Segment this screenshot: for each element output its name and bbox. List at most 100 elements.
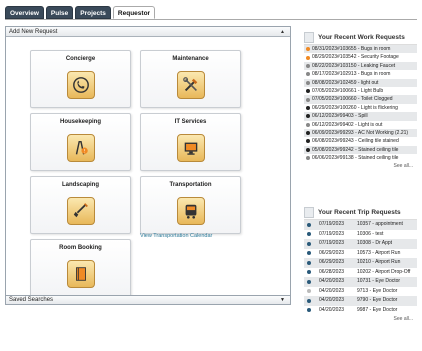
add-new-request-header[interactable]: Add New Request ▲ bbox=[6, 27, 290, 37]
trip-request-item[interactable]: 04/20/2023 9987 - Eye Doctor bbox=[304, 306, 417, 316]
tab-bar: Overview Pulse Projects Requestor bbox=[5, 6, 156, 19]
collapse-caret-icon[interactable]: ▲ bbox=[280, 27, 285, 37]
work-request-item[interactable]: 06/09/2023#99293 - AC Not Working (2.21) bbox=[304, 128, 417, 138]
work-request-text: 06/12/2023#99403 - Spill bbox=[312, 113, 368, 120]
tile-room-booking[interactable]: Room Booking bbox=[30, 239, 131, 297]
status-dot-icon bbox=[307, 298, 311, 303]
tab-overview[interactable]: Overview bbox=[5, 6, 44, 19]
tile-label: Concierge bbox=[65, 56, 96, 62]
tile-transportation[interactable]: Transportation bbox=[140, 176, 241, 234]
trip-request-item[interactable]: 06/28/2023 10202 - Airport Drop-Off bbox=[304, 268, 417, 278]
trip-date: 06/29/2023 bbox=[319, 249, 345, 256]
trip-requests-see-all-link[interactable]: See all... bbox=[304, 315, 417, 323]
expand-caret-icon[interactable]: ▼ bbox=[280, 296, 285, 305]
status-dot-icon bbox=[306, 147, 310, 152]
tile-housekeeping[interactable]: Housekeeping ! bbox=[30, 113, 131, 171]
bus-icon bbox=[176, 197, 205, 225]
work-request-item[interactable]: 07/05/2023#100661 - Light Bulb bbox=[304, 87, 417, 95]
work-request-text: 07/05/2023#100660 - Toilet Clogged bbox=[312, 96, 393, 103]
status-dot-icon bbox=[306, 156, 310, 161]
document-icon bbox=[304, 31, 314, 43]
work-request-item[interactable]: 06/12/2023#99402 - Light is out bbox=[304, 121, 417, 129]
trip-request-item[interactable]: 07/19/2023 10308 - Dr Appt bbox=[304, 239, 417, 249]
work-request-item[interactable]: 08/29/2023#103542 - Security Footage bbox=[304, 53, 417, 61]
status-dot-icon bbox=[306, 72, 310, 77]
saved-searches-header[interactable]: Saved Searches ▼ bbox=[5, 295, 291, 305]
trip-request-item[interactable]: 07/19/2023 10357 - appointment bbox=[304, 220, 417, 230]
work-request-text: 07/05/2023#100661 - Light Bulb bbox=[312, 87, 384, 94]
tile-label: Transportation bbox=[169, 182, 212, 188]
work-request-item[interactable]: 07/05/2023#100660 - Toilet Clogged bbox=[304, 95, 417, 104]
tile-label: Landscaping bbox=[61, 182, 99, 188]
trip-request-item[interactable]: 06/29/2023 10210 - Airport Run bbox=[304, 258, 417, 268]
status-dot-icon bbox=[307, 270, 311, 275]
work-request-text: 08/08/2023#102459 - light out bbox=[312, 79, 379, 86]
status-dot-icon bbox=[306, 80, 310, 85]
trip-request-item[interactable]: 06/29/2023 10573 - Airport Run bbox=[304, 249, 417, 259]
status-dot-icon bbox=[306, 47, 310, 52]
work-requests-see-all-link[interactable]: See all... bbox=[304, 162, 417, 170]
work-request-item[interactable]: 06/12/2023#99403 - Spill bbox=[304, 112, 417, 121]
view-transportation-calendar-link[interactable]: View Transportation Calendar bbox=[140, 233, 212, 239]
status-dot-icon bbox=[307, 232, 311, 237]
monitor-icon bbox=[176, 134, 205, 162]
trip-request-item[interactable]: 04/20/2023 9713 - Eye Doctor bbox=[304, 287, 417, 297]
trip-date: 04/20/2023 bbox=[319, 306, 345, 313]
status-dot-icon bbox=[306, 97, 310, 102]
trip-text: 10731 - Eye Doctor bbox=[357, 278, 401, 284]
status-dot-icon bbox=[307, 289, 311, 294]
trip-date: 04/20/2023 bbox=[319, 287, 345, 294]
tile-label: Room Booking bbox=[59, 245, 102, 251]
status-dot-icon bbox=[306, 122, 310, 127]
work-request-item[interactable]: 06/06/2023#99138 - Stained ceiling tile bbox=[304, 154, 417, 162]
svg-text:!: ! bbox=[83, 149, 85, 155]
trip-text: 9987 - Eye Doctor bbox=[357, 306, 398, 313]
trip-request-item[interactable]: 07/19/2023 10306 - test bbox=[304, 230, 417, 240]
trip-text: 10210 - Airport Run bbox=[357, 259, 401, 265]
trip-date: 07/19/2023 bbox=[319, 221, 345, 227]
trip-text: 10306 - test bbox=[357, 230, 384, 237]
work-requests-list: 08/31/2023#103655 - Bugs in room 08/29/20… bbox=[304, 44, 417, 162]
work-request-item[interactable]: 08/31/2023#103655 - Bugs in room bbox=[304, 45, 417, 54]
tile-maintenance[interactable]: Maintenance bbox=[140, 50, 241, 108]
work-request-text: 06/09/2023#99293 - AC Not Working (2.21) bbox=[312, 129, 409, 136]
status-dot-icon bbox=[306, 105, 310, 110]
status-dot-icon bbox=[307, 308, 311, 313]
tab-pulse[interactable]: Pulse bbox=[45, 6, 74, 19]
status-dot-icon bbox=[307, 251, 311, 256]
trip-text: 10357 - appointment bbox=[357, 221, 403, 227]
work-request-item[interactable]: 06/29/2023#100260 - Light is flickering bbox=[304, 104, 417, 112]
trip-text: 9790 - Eye Doctor bbox=[357, 297, 398, 303]
work-requests-title: Your Recent Work Requests bbox=[304, 30, 417, 44]
tab-requestor[interactable]: Requestor bbox=[112, 6, 156, 19]
tile-it-services[interactable]: IT Services bbox=[140, 113, 241, 171]
trip-request-item[interactable]: 04/20/2023 10731 - Eye Doctor bbox=[304, 277, 417, 287]
trip-date: 06/29/2023 bbox=[319, 259, 345, 265]
status-dot-icon bbox=[307, 222, 311, 227]
work-request-item[interactable]: 05/08/2023#99242 - Stained ceiling tile bbox=[304, 145, 417, 155]
status-dot-icon bbox=[306, 131, 310, 136]
work-request-text: 08/17/2023#102913 - Bugs in room bbox=[312, 71, 391, 78]
work-request-item[interactable]: 08/08/2023#102459 - light out bbox=[304, 78, 417, 87]
tile-label: IT Services bbox=[174, 119, 207, 125]
panel-title: Add New Request bbox=[9, 29, 58, 35]
status-dot-icon bbox=[306, 63, 310, 68]
work-request-item[interactable]: 08/17/2023#102913 - Bugs in room bbox=[304, 70, 417, 78]
tile-label: Maintenance bbox=[172, 56, 209, 62]
tools-icon bbox=[176, 71, 205, 99]
trip-date: 04/20/2023 bbox=[319, 278, 345, 284]
tile-concierge[interactable]: Concierge bbox=[30, 50, 131, 108]
trip-request-item[interactable]: 04/20/2023 9790 - Eye Doctor bbox=[304, 296, 417, 306]
work-request-item[interactable]: 06/08/2023#99243 - Ceiling tile stained bbox=[304, 137, 417, 145]
status-dot-icon bbox=[306, 55, 310, 60]
wet-floor-icon: ! bbox=[66, 134, 95, 162]
shovel-icon bbox=[66, 197, 95, 225]
tile-landscaping[interactable]: Landscaping bbox=[30, 176, 131, 234]
work-request-item[interactable]: 08/22/2023#103150 - Leaking Faucet bbox=[304, 61, 417, 71]
tab-projects[interactable]: Projects bbox=[75, 6, 111, 19]
trip-requests-list: 07/19/2023 10357 - appointment 07/19/2023 1… bbox=[304, 219, 417, 315]
status-dot-icon bbox=[306, 114, 310, 119]
status-dot-icon bbox=[306, 89, 310, 94]
work-request-text: 08/31/2023#103655 - Bugs in room bbox=[312, 46, 391, 52]
work-request-text: 06/08/2023#99243 - Ceiling tile stained bbox=[312, 138, 399, 145]
